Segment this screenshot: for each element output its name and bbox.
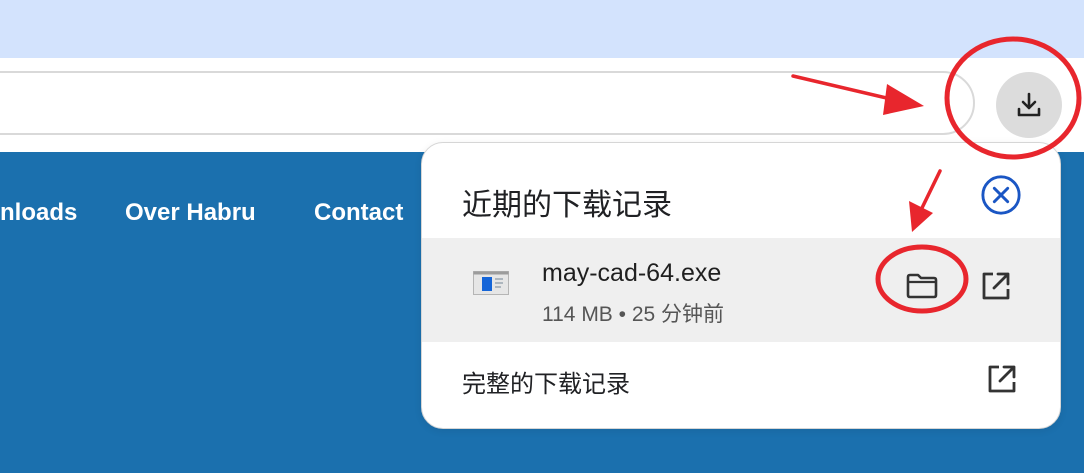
browser-toolbar [0,58,1084,152]
download-icon [1017,92,1041,117]
open-external-icon [988,365,1016,393]
nav-link-over-habru[interactable]: Over Habru [125,199,256,227]
panel-title: 近期的下载记录 [462,189,672,222]
close-circle-icon [981,175,1021,215]
open-file-button[interactable] [974,264,1018,308]
show-in-folder-button[interactable] [900,264,944,308]
nav-link-contact[interactable]: Contact [314,199,403,227]
close-button[interactable] [980,174,1022,216]
exe-file-icon [473,271,509,295]
download-item[interactable]: may-cad-64.exe 114 MB • 25 分钟前 [422,238,1060,342]
downloads-panel: 近期的下载记录 may-cad-64.exe 114 MB • 25 分钟前 完… [421,142,1061,429]
file-meta: 114 MB • 25 分钟前 [542,303,725,326]
open-external-icon [982,272,1010,300]
nav-link-downloads[interactable]: nloads [0,199,77,227]
address-bar[interactable] [0,71,975,135]
file-name: may-cad-64.exe [542,259,722,287]
full-history-open-button[interactable] [980,357,1024,401]
full-history-link[interactable]: 完整的下载记录 [462,364,630,399]
folder-icon [906,273,938,299]
downloads-button[interactable] [996,72,1062,138]
tab-strip [0,0,1084,58]
